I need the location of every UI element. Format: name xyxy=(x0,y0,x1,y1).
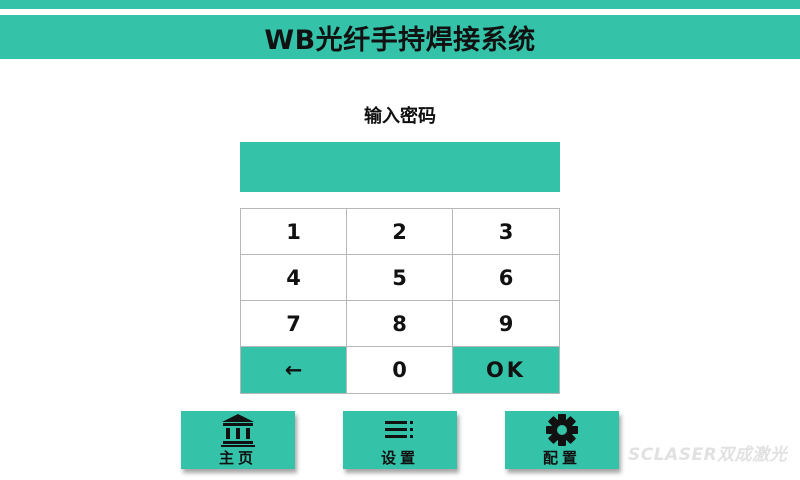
password-field[interactable] xyxy=(240,142,560,192)
numeric-keypad: 1 2 3 4 5 6 7 8 9 ← 0 OK xyxy=(240,208,560,394)
key-8[interactable]: 8 xyxy=(347,301,453,347)
bank-icon xyxy=(221,413,255,447)
brand-watermark: SCLASER双成激光 xyxy=(628,445,788,465)
key-7[interactable]: 7 xyxy=(241,301,347,347)
config-label: 配置 xyxy=(542,448,581,467)
key-5[interactable]: 5 xyxy=(347,255,453,301)
menu-list-icon xyxy=(383,413,417,447)
home-button[interactable]: 主页 xyxy=(181,411,295,469)
key-6[interactable]: 6 xyxy=(453,255,559,301)
ok-key[interactable]: OK xyxy=(453,347,559,393)
config-button[interactable]: 配置 xyxy=(505,411,619,469)
settings-label: 设置 xyxy=(380,448,419,467)
home-label: 主页 xyxy=(218,448,257,467)
key-9[interactable]: 9 xyxy=(453,301,559,347)
key-2[interactable]: 2 xyxy=(347,209,453,255)
top-accent-line xyxy=(0,0,800,9)
key-1[interactable]: 1 xyxy=(241,209,347,255)
settings-button[interactable]: 设置 xyxy=(343,411,457,469)
gear-icon xyxy=(545,413,579,447)
password-label: 输入密码 xyxy=(364,106,436,127)
app-title: WB光纤手持焊接系统 xyxy=(264,24,536,56)
key-0[interactable]: 0 xyxy=(347,347,453,393)
key-3[interactable]: 3 xyxy=(453,209,559,255)
backspace-key[interactable]: ← xyxy=(241,347,347,393)
key-4[interactable]: 4 xyxy=(241,255,347,301)
header-bar: WB光纤手持焊接系统 xyxy=(0,15,800,59)
